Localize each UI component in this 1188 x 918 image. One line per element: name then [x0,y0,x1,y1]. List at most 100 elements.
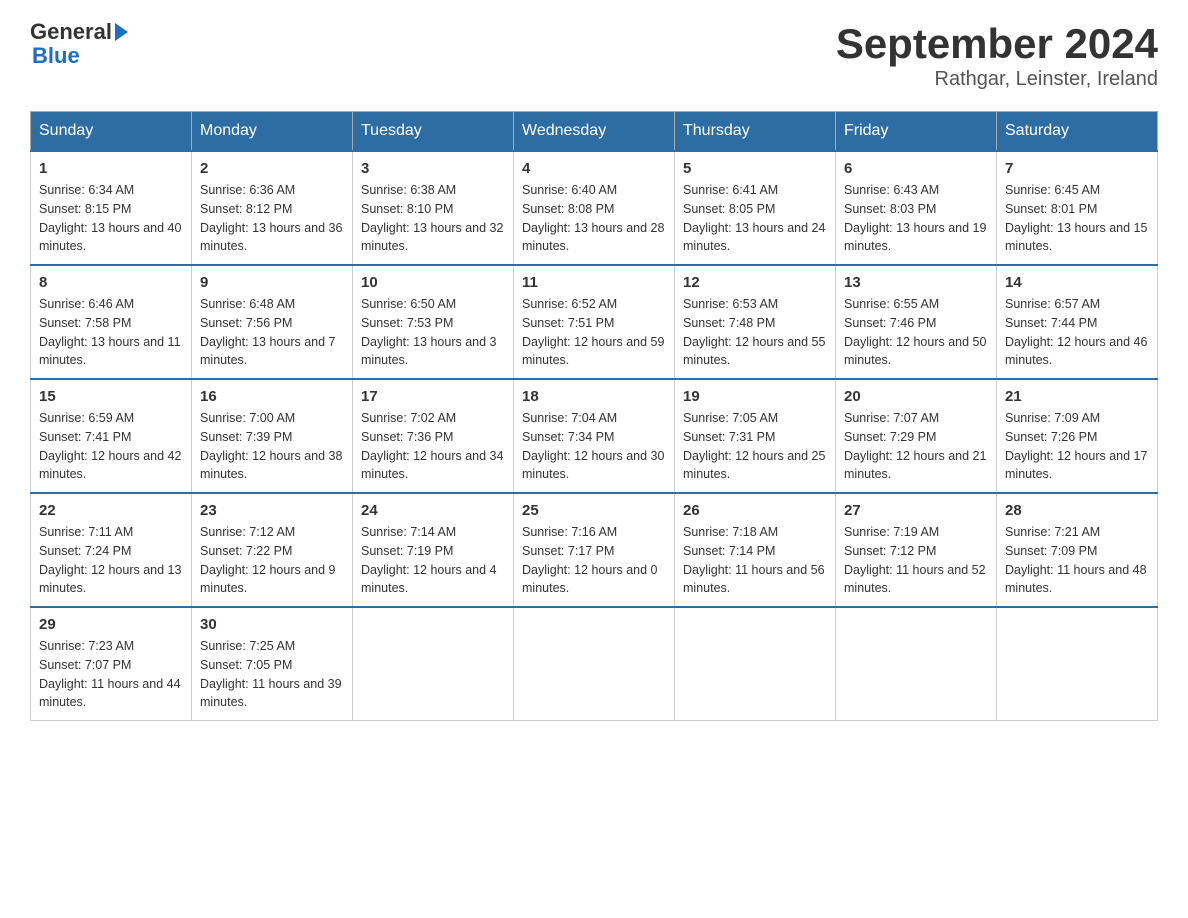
day-info: Sunrise: 6:46 AMSunset: 7:58 PMDaylight:… [39,297,181,367]
day-of-week-header: Tuesday [353,112,514,152]
day-number: 19 [683,388,827,405]
calendar-cell: 29 Sunrise: 7:23 AMSunset: 7:07 PMDaylig… [31,607,192,721]
day-info: Sunrise: 6:50 AMSunset: 7:53 PMDaylight:… [361,297,497,367]
day-number: 12 [683,274,827,291]
day-info: Sunrise: 6:40 AMSunset: 8:08 PMDaylight:… [522,183,664,253]
day-number: 22 [39,502,183,519]
logo-general: General [30,20,112,44]
calendar-cell: 7 Sunrise: 6:45 AMSunset: 8:01 PMDayligh… [997,151,1158,265]
calendar-cell: 12 Sunrise: 6:53 AMSunset: 7:48 PMDaylig… [675,265,836,379]
day-info: Sunrise: 7:21 AMSunset: 7:09 PMDaylight:… [1005,525,1147,595]
day-info: Sunrise: 7:12 AMSunset: 7:22 PMDaylight:… [200,525,336,595]
day-number: 20 [844,388,988,405]
day-number: 16 [200,388,344,405]
calendar-cell: 23 Sunrise: 7:12 AMSunset: 7:22 PMDaylig… [192,493,353,607]
calendar-week-row: 15 Sunrise: 6:59 AMSunset: 7:41 PMDaylig… [31,379,1158,493]
day-number: 29 [39,616,183,633]
calendar-week-row: 22 Sunrise: 7:11 AMSunset: 7:24 PMDaylig… [31,493,1158,607]
day-number: 27 [844,502,988,519]
calendar-cell: 22 Sunrise: 7:11 AMSunset: 7:24 PMDaylig… [31,493,192,607]
calendar-cell: 1 Sunrise: 6:34 AMSunset: 8:15 PMDayligh… [31,151,192,265]
day-number: 3 [361,160,505,177]
day-number: 13 [844,274,988,291]
day-info: Sunrise: 6:57 AMSunset: 7:44 PMDaylight:… [1005,297,1147,367]
day-of-week-header: Monday [192,112,353,152]
day-number: 11 [522,274,666,291]
day-of-week-header: Sunday [31,112,192,152]
calendar-cell: 16 Sunrise: 7:00 AMSunset: 7:39 PMDaylig… [192,379,353,493]
calendar-cell: 26 Sunrise: 7:18 AMSunset: 7:14 PMDaylig… [675,493,836,607]
day-info: Sunrise: 7:23 AMSunset: 7:07 PMDaylight:… [39,639,181,709]
day-number: 23 [200,502,344,519]
day-number: 2 [200,160,344,177]
calendar-cell [353,607,514,721]
day-info: Sunrise: 7:14 AMSunset: 7:19 PMDaylight:… [361,525,497,595]
day-info: Sunrise: 6:53 AMSunset: 7:48 PMDaylight:… [683,297,825,367]
calendar-week-row: 1 Sunrise: 6:34 AMSunset: 8:15 PMDayligh… [31,151,1158,265]
logo: General Blue [30,20,128,68]
day-info: Sunrise: 7:07 AMSunset: 7:29 PMDaylight:… [844,411,986,481]
day-info: Sunrise: 7:09 AMSunset: 7:26 PMDaylight:… [1005,411,1147,481]
day-info: Sunrise: 6:43 AMSunset: 8:03 PMDaylight:… [844,183,986,253]
day-info: Sunrise: 6:38 AMSunset: 8:10 PMDaylight:… [361,183,503,253]
calendar-cell: 25 Sunrise: 7:16 AMSunset: 7:17 PMDaylig… [514,493,675,607]
day-info: Sunrise: 7:19 AMSunset: 7:12 PMDaylight:… [844,525,986,595]
title-block: September 2024 Rathgar, Leinster, Irelan… [836,20,1158,91]
day-info: Sunrise: 7:11 AMSunset: 7:24 PMDaylight:… [39,525,181,595]
day-number: 24 [361,502,505,519]
day-info: Sunrise: 6:34 AMSunset: 8:15 PMDaylight:… [39,183,181,253]
calendar-cell: 21 Sunrise: 7:09 AMSunset: 7:26 PMDaylig… [997,379,1158,493]
day-info: Sunrise: 6:48 AMSunset: 7:56 PMDaylight:… [200,297,336,367]
calendar-cell: 24 Sunrise: 7:14 AMSunset: 7:19 PMDaylig… [353,493,514,607]
day-number: 10 [361,274,505,291]
calendar-cell: 8 Sunrise: 6:46 AMSunset: 7:58 PMDayligh… [31,265,192,379]
calendar-cell: 17 Sunrise: 7:02 AMSunset: 7:36 PMDaylig… [353,379,514,493]
day-number: 14 [1005,274,1149,291]
day-info: Sunrise: 6:36 AMSunset: 8:12 PMDaylight:… [200,183,342,253]
day-info: Sunrise: 6:59 AMSunset: 7:41 PMDaylight:… [39,411,181,481]
day-of-week-header: Saturday [997,112,1158,152]
day-number: 30 [200,616,344,633]
day-info: Sunrise: 7:05 AMSunset: 7:31 PMDaylight:… [683,411,825,481]
calendar-cell: 19 Sunrise: 7:05 AMSunset: 7:31 PMDaylig… [675,379,836,493]
month-year-title: September 2024 [836,20,1158,68]
day-info: Sunrise: 7:02 AMSunset: 7:36 PMDaylight:… [361,411,503,481]
day-info: Sunrise: 7:18 AMSunset: 7:14 PMDaylight:… [683,525,825,595]
day-number: 4 [522,160,666,177]
day-number: 25 [522,502,666,519]
calendar-cell [514,607,675,721]
day-info: Sunrise: 6:41 AMSunset: 8:05 PMDaylight:… [683,183,825,253]
day-number: 7 [1005,160,1149,177]
calendar-table: SundayMondayTuesdayWednesdayThursdayFrid… [30,111,1158,721]
calendar-cell: 28 Sunrise: 7:21 AMSunset: 7:09 PMDaylig… [997,493,1158,607]
day-info: Sunrise: 6:55 AMSunset: 7:46 PMDaylight:… [844,297,986,367]
day-number: 18 [522,388,666,405]
day-number: 15 [39,388,183,405]
calendar-cell: 30 Sunrise: 7:25 AMSunset: 7:05 PMDaylig… [192,607,353,721]
day-number: 8 [39,274,183,291]
calendar-cell: 13 Sunrise: 6:55 AMSunset: 7:46 PMDaylig… [836,265,997,379]
calendar-cell [675,607,836,721]
calendar-header-row: SundayMondayTuesdayWednesdayThursdayFrid… [31,112,1158,152]
day-info: Sunrise: 7:00 AMSunset: 7:39 PMDaylight:… [200,411,342,481]
calendar-cell: 9 Sunrise: 6:48 AMSunset: 7:56 PMDayligh… [192,265,353,379]
calendar-cell: 18 Sunrise: 7:04 AMSunset: 7:34 PMDaylig… [514,379,675,493]
day-number: 9 [200,274,344,291]
location-subtitle: Rathgar, Leinster, Ireland [836,68,1158,91]
calendar-week-row: 29 Sunrise: 7:23 AMSunset: 7:07 PMDaylig… [31,607,1158,721]
calendar-cell: 2 Sunrise: 6:36 AMSunset: 8:12 PMDayligh… [192,151,353,265]
calendar-cell: 5 Sunrise: 6:41 AMSunset: 8:05 PMDayligh… [675,151,836,265]
calendar-cell: 20 Sunrise: 7:07 AMSunset: 7:29 PMDaylig… [836,379,997,493]
day-number: 1 [39,160,183,177]
day-of-week-header: Thursday [675,112,836,152]
calendar-cell: 14 Sunrise: 6:57 AMSunset: 7:44 PMDaylig… [997,265,1158,379]
calendar-cell: 6 Sunrise: 6:43 AMSunset: 8:03 PMDayligh… [836,151,997,265]
calendar-cell: 11 Sunrise: 6:52 AMSunset: 7:51 PMDaylig… [514,265,675,379]
page-header: General Blue September 2024 Rathgar, Lei… [30,20,1158,91]
day-number: 26 [683,502,827,519]
day-number: 17 [361,388,505,405]
day-info: Sunrise: 7:04 AMSunset: 7:34 PMDaylight:… [522,411,664,481]
calendar-week-row: 8 Sunrise: 6:46 AMSunset: 7:58 PMDayligh… [31,265,1158,379]
day-of-week-header: Friday [836,112,997,152]
calendar-cell: 27 Sunrise: 7:19 AMSunset: 7:12 PMDaylig… [836,493,997,607]
